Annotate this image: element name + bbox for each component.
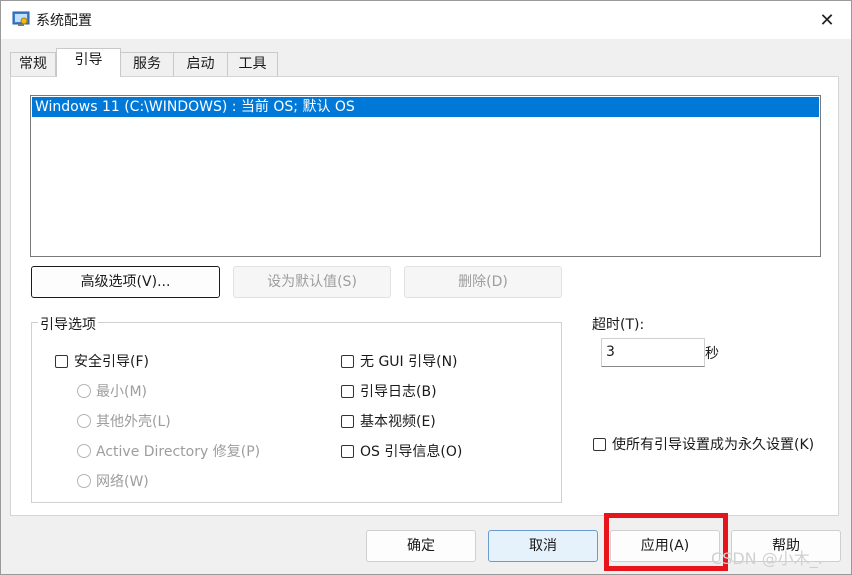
- network-label: 网络(W): [96, 474, 149, 490]
- checkbox-box: [341, 354, 354, 368]
- checkbox-box: [593, 437, 606, 451]
- timeout-label: 超时(T):: [592, 317, 645, 333]
- alternate-shell-radio[interactable]: 其他外壳(L): [77, 411, 171, 431]
- radio-circle: [77, 474, 91, 488]
- advanced-options-button[interactable]: 高级选项(V)...: [31, 266, 220, 298]
- boot-log-label: 引导日志(B): [360, 384, 437, 400]
- network-radio[interactable]: 网络(W): [77, 471, 149, 491]
- watermark: CSDN @小木_.: [711, 549, 823, 568]
- ok-button[interactable]: 确定: [366, 530, 476, 562]
- cancel-button[interactable]: 取消: [488, 530, 598, 562]
- checkbox-box: [341, 444, 354, 458]
- timeout-unit: 秒: [705, 346, 719, 362]
- make-permanent-checkbox[interactable]: 使所有引导设置成为永久设置(K): [593, 434, 814, 454]
- checkbox-box: [341, 384, 354, 398]
- os-list[interactable]: Windows 11 (C:\WINDOWS) : 当前 OS; 默认 OS: [30, 95, 821, 257]
- os-list-item[interactable]: Windows 11 (C:\WINDOWS) : 当前 OS; 默认 OS: [32, 97, 819, 117]
- set-default-button[interactable]: 设为默认值(S): [233, 266, 391, 298]
- checkbox-box: [341, 414, 354, 428]
- base-video-label: 基本视频(E): [360, 414, 436, 430]
- tab-general[interactable]: 常规: [10, 52, 56, 76]
- make-permanent-label: 使所有引导设置成为永久设置(K): [612, 437, 815, 453]
- title-bar: 系统配置 ✕: [1, 1, 851, 39]
- window-title: 系统配置: [36, 13, 92, 29]
- timeout-input[interactable]: 3: [601, 338, 705, 367]
- apply-highlight-box: [604, 513, 728, 571]
- boot-options-title: 引导选项: [38, 314, 98, 334]
- close-icon: ✕: [819, 9, 835, 31]
- minimal-radio[interactable]: 最小(M): [77, 381, 147, 401]
- boot-log-checkbox[interactable]: 引导日志(B): [341, 381, 437, 401]
- active-directory-radio[interactable]: Active Directory 修复(P): [77, 441, 260, 461]
- minimal-label: 最小(M): [96, 384, 148, 400]
- tab-boot[interactable]: 引导: [56, 48, 121, 77]
- msconfig-app-icon: [12, 11, 30, 26]
- base-video-checkbox[interactable]: 基本视频(E): [341, 411, 436, 431]
- os-boot-info-label: OS 引导信息(O): [360, 444, 463, 460]
- safe-boot-checkbox[interactable]: 安全引导(F): [55, 351, 149, 371]
- radio-circle: [77, 384, 91, 398]
- radio-circle: [77, 444, 91, 458]
- tab-services[interactable]: 服务: [120, 52, 174, 76]
- os-boot-info-checkbox[interactable]: OS 引导信息(O): [341, 441, 462, 461]
- no-gui-boot-label: 无 GUI 引导(N): [360, 354, 458, 370]
- tab-startup[interactable]: 启动: [173, 52, 228, 76]
- safe-boot-label: 安全引导(F): [74, 354, 149, 370]
- radio-circle: [77, 414, 91, 428]
- alternate-shell-label: 其他外壳(L): [96, 414, 171, 430]
- no-gui-boot-checkbox[interactable]: 无 GUI 引导(N): [341, 351, 458, 371]
- close-button[interactable]: ✕: [803, 1, 851, 39]
- delete-button[interactable]: 删除(D): [404, 266, 562, 298]
- tab-tools[interactable]: 工具: [227, 52, 278, 76]
- checkbox-box: [55, 354, 68, 368]
- active-directory-label: Active Directory 修复(P): [96, 444, 261, 460]
